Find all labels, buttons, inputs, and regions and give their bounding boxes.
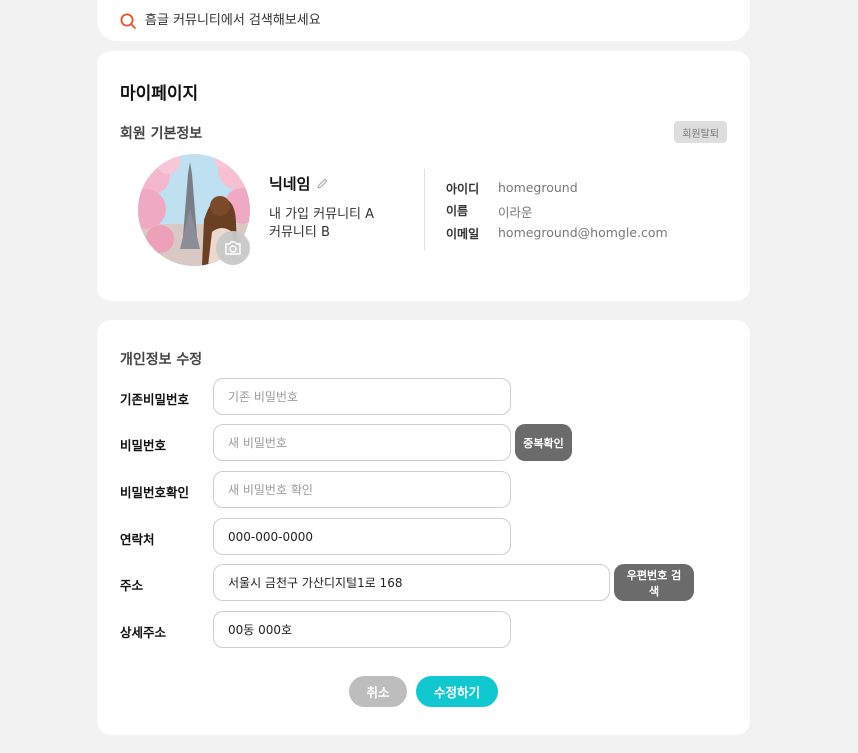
detail-address-label: 상세주소 (120, 625, 167, 640)
id-label: 아이디 (446, 182, 480, 196)
search-icon[interactable] (119, 12, 137, 30)
nickname: 닉네임 (269, 173, 329, 194)
community-secondary: 커뮤니티 B (269, 225, 330, 240)
zipcode-search-button[interactable]: 우편번호 검색 (614, 564, 694, 601)
address-input[interactable] (213, 564, 610, 601)
detail-address-input[interactable] (213, 611, 511, 648)
address-label: 주소 (120, 578, 144, 593)
cancel-button[interactable]: 취소 (349, 676, 407, 707)
email-label: 이메일 (446, 227, 480, 241)
email-value: homeground@homgle.com (498, 225, 668, 240)
current-password-label: 기존비밀번호 (120, 392, 190, 407)
profile-card: 마이페이지 회원 기본정보 회원탈퇴 닉네임 내 가입 커뮤니티 A 커뮤니티 … (97, 51, 750, 301)
search-bar[interactable] (97, 0, 750, 41)
page-title: 마이페이지 (120, 84, 199, 104)
id-value: homeground (498, 180, 578, 195)
name-label: 이름 (446, 204, 469, 218)
name-value: 이라운 (498, 205, 533, 220)
new-password-label: 비밀번호 (120, 438, 167, 453)
pencil-icon[interactable] (316, 177, 329, 190)
submit-button[interactable]: 수정하기 (416, 676, 498, 707)
camera-icon (224, 240, 242, 256)
edit-title: 개인정보 수정 (120, 352, 203, 368)
change-photo-button[interactable] (216, 231, 250, 265)
confirm-password-input[interactable] (213, 471, 511, 508)
divider (424, 169, 425, 251)
duplicate-check-button[interactable]: 중복확인 (515, 424, 572, 461)
confirm-password-label: 비밀번호확인 (120, 485, 190, 500)
withdraw-button[interactable]: 회원탈퇴 (674, 121, 727, 143)
edit-card: 개인정보 수정 기존비밀번호 비밀번호 중복확인 비밀번호확인 연락처 주소 우… (97, 320, 750, 735)
section-title: 회원 기본정보 (120, 126, 203, 142)
community-primary: 내 가입 커뮤니티 A (269, 207, 375, 222)
nickname-text: 닉네임 (269, 175, 311, 193)
phone-input[interactable] (213, 518, 511, 555)
current-password-input[interactable] (213, 378, 511, 415)
search-input[interactable] (145, 13, 705, 28)
phone-label: 연락처 (120, 532, 155, 547)
new-password-input[interactable] (213, 424, 511, 461)
